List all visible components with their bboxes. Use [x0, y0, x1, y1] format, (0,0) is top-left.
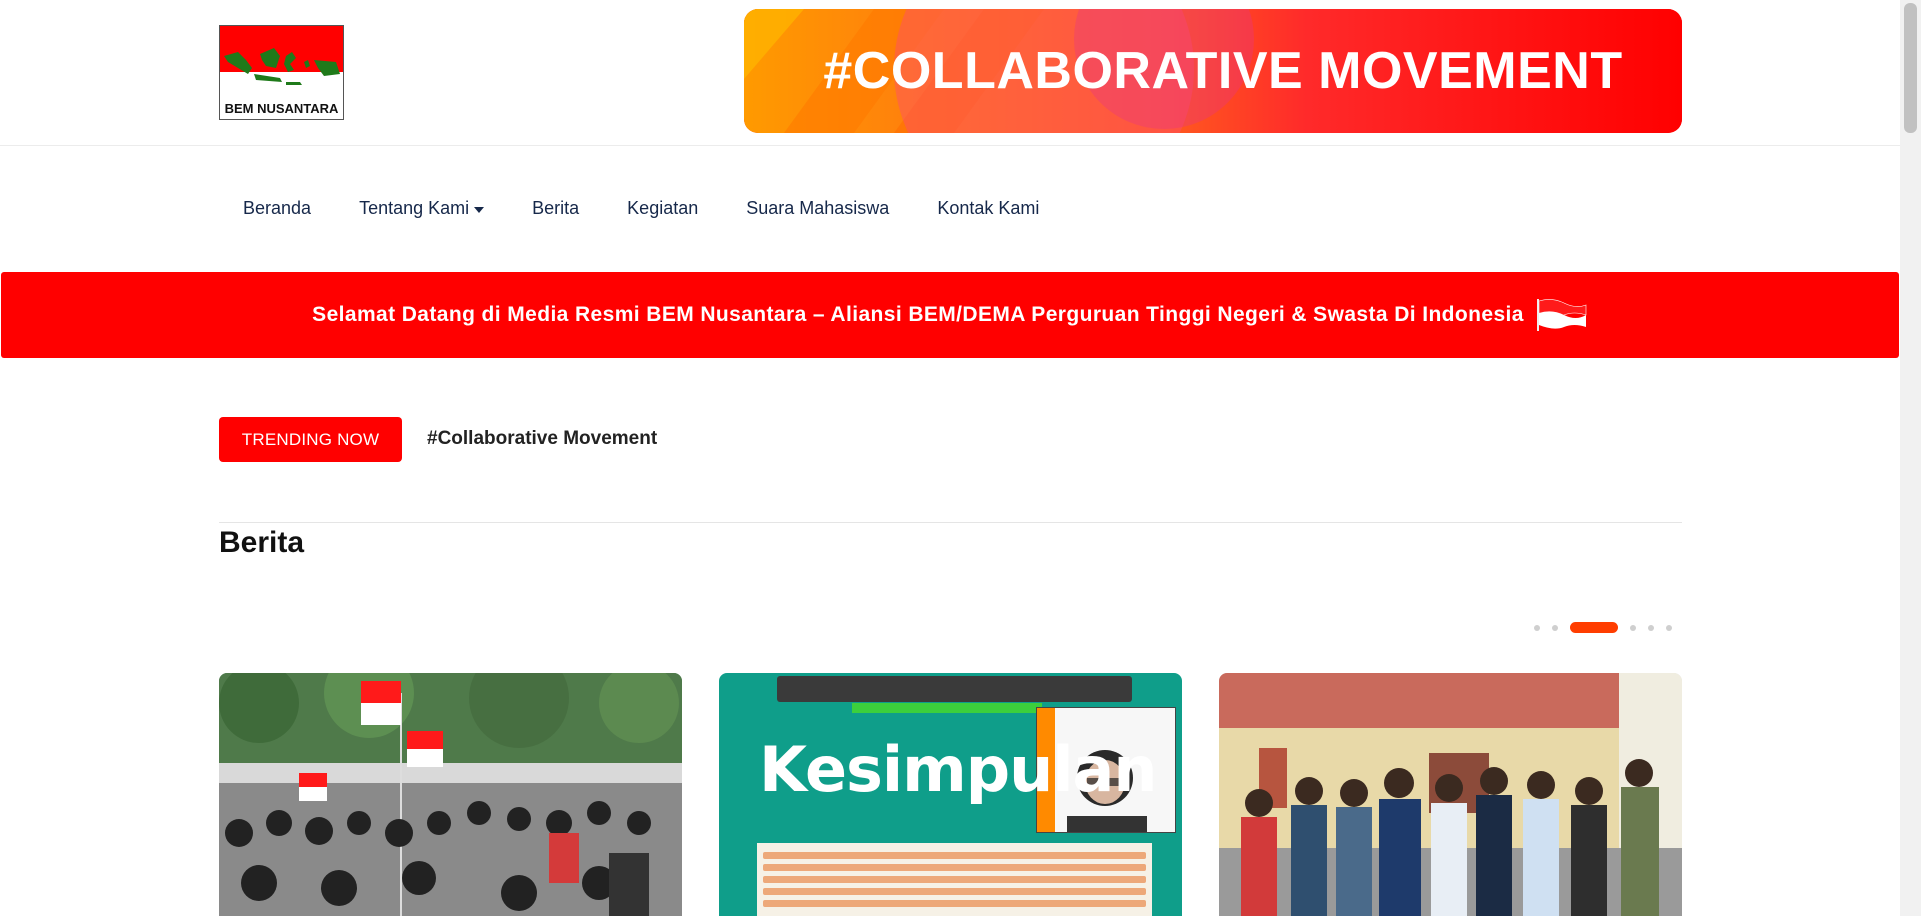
carousel-dot[interactable] [1630, 624, 1636, 631]
trending-now-button[interactable]: TRENDING NOW [219, 417, 402, 462]
indonesia-map-icon [224, 48, 340, 85]
caret-down-icon [474, 207, 485, 213]
site-header: BEM NUSANTARA #COLLABORATIVE MOVEMENT [0, 0, 1900, 146]
summary-line [763, 864, 1146, 871]
news-card-2[interactable]: Kesimpulan [719, 673, 1182, 916]
nav-label: Tentang Kami [359, 197, 470, 218]
main-nav: Beranda Tentang Kami Berita Kegiatan Sua… [219, 186, 1063, 230]
card-heading: Kesimpulan [759, 733, 1158, 806]
summary-line [763, 876, 1146, 883]
nav-item-kontak-kami[interactable]: Kontak Kami [913, 198, 1063, 219]
nav-label: Kontak Kami [937, 197, 1040, 218]
zoom-toolbar [777, 676, 1132, 702]
summary-line [763, 900, 1146, 907]
header-banner[interactable]: #COLLABORATIVE MOVEMENT [744, 9, 1682, 133]
news-card-1[interactable] [219, 673, 682, 916]
carousel-dot[interactable] [1552, 624, 1558, 631]
news-image-protest [219, 673, 682, 916]
nav-label: Kegiatan [627, 197, 699, 218]
site-logo[interactable]: BEM NUSANTARA [219, 25, 344, 120]
welcome-text: Selamat Datang di Media Resmi BEM Nusant… [312, 303, 1524, 326]
logo-text: BEM NUSANTARA [224, 101, 339, 116]
summary-line [763, 888, 1146, 895]
section-divider [219, 522, 1682, 523]
banner-text: #COLLABORATIVE MOVEMENT [823, 42, 1623, 100]
carousel-dot-active[interactable] [1570, 622, 1618, 633]
page-scrollbar[interactable] [1900, 0, 1921, 916]
summary-line [763, 852, 1146, 859]
nav-label: Beranda [243, 197, 312, 218]
nav-label: Berita [532, 197, 580, 218]
indonesia-flag-icon [1536, 299, 1587, 331]
carousel-dots [1528, 622, 1678, 633]
nav-item-berita[interactable]: Berita [508, 198, 603, 219]
carousel-dot[interactable] [1534, 624, 1540, 631]
summary-text-block [757, 843, 1152, 916]
scrollbar-thumb[interactable] [1904, 3, 1917, 133]
carousel-dot[interactable] [1648, 624, 1654, 631]
nav-item-kegiatan[interactable]: Kegiatan [603, 198, 722, 219]
trending-item-link[interactable]: #Collaborative Movement [427, 428, 657, 450]
nav-item-tentang-kami[interactable]: Tentang Kami [335, 198, 508, 219]
carousel-dot[interactable] [1666, 624, 1672, 631]
news-image-group [1219, 673, 1682, 916]
nav-item-suara-mahasiswa[interactable]: Suara Mahasiswa [722, 198, 913, 219]
screen-share-bar [852, 703, 1042, 713]
section-title-berita: Berita [219, 526, 305, 559]
welcome-banner: Selamat Datang di Media Resmi BEM Nusant… [1, 272, 1899, 358]
nav-item-beranda[interactable]: Beranda [219, 198, 335, 219]
news-card-3[interactable] [1219, 673, 1682, 916]
nav-label: Suara Mahasiswa [746, 197, 890, 218]
